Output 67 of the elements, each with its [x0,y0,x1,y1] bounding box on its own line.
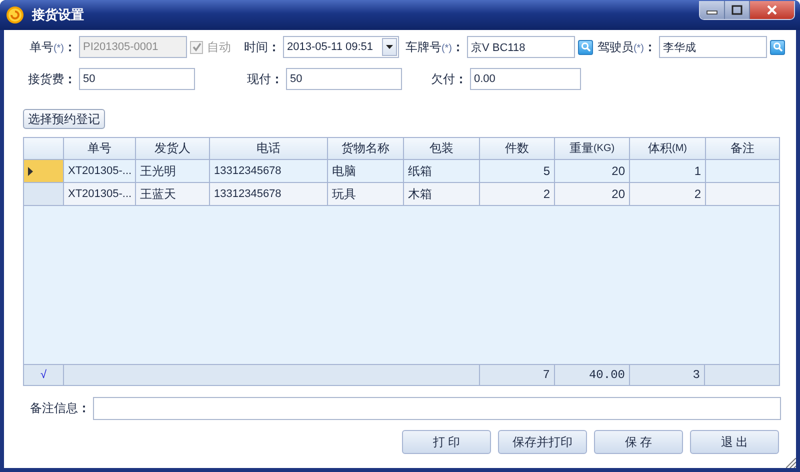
table-cell: XT201305-... [64,160,136,183]
table-cell: 20 [555,160,630,183]
resize-grip-icon[interactable] [786,458,796,468]
search-button[interactable] [770,40,785,54]
action-button[interactable]: 保 存 [594,430,683,454]
total-cell: 7 [480,365,555,385]
row-header-cell[interactable] [24,183,64,206]
table-cell: 1 [630,160,706,183]
table-cell: 2 [480,183,555,206]
field-label: 单号(*)： [28,38,76,56]
column-header[interactable]: 货物名称 [328,138,404,160]
datetime-field[interactable]: 2013-05-11 09:51 [283,36,399,58]
dropdown-button[interactable] [382,38,397,56]
search-icon [580,42,590,52]
column-header[interactable]: 备注 [706,138,779,160]
column-header[interactable]: 重量(KG) [555,138,630,160]
total-cell: 40.00 [555,365,630,385]
field-label: 驾驶员(*)： [596,38,656,56]
input-field[interactable]: 0.00 [470,68,581,90]
select-reservation-button[interactable]: 选择预约登记 [23,109,105,129]
maximize-button[interactable] [725,1,750,19]
table-cell: 木箱 [404,183,480,206]
action-button[interactable]: 退 出 [690,430,779,454]
current-row-icon [28,166,33,176]
table-cell: 玩具 [328,183,404,206]
column-header[interactable]: 件数 [480,138,555,160]
close-icon [766,5,778,15]
search-icon [772,42,782,52]
column-header[interactable]: 电话 [210,138,328,160]
swirl-logo-icon [6,6,24,24]
table-cell: 王蓝天 [136,183,210,206]
input-field[interactable]: 50 [286,68,402,90]
table-cell: 纸箱 [404,160,480,183]
maximize-icon [731,5,743,15]
close-button[interactable] [750,1,794,19]
caret-icon [386,45,393,49]
column-header[interactable]: 单号 [64,138,136,160]
total-cell: 3 [630,365,705,385]
checkbox-label: 自动 [207,38,231,56]
column-header[interactable]: 发货人 [136,138,210,160]
table-cell: 20 [555,183,630,206]
table-cell: 13312345678 [210,183,328,206]
input-field[interactable]: 李华成 [659,36,767,58]
field-label: 现付： [246,70,283,88]
field-label: 接货费： [27,70,76,88]
table-cell: 5 [480,160,555,183]
action-button[interactable]: 保存并打印 [498,430,587,454]
remarks-field[interactable] [93,397,781,420]
minimize-button[interactable] [700,1,725,19]
row-header-cell[interactable] [24,160,64,183]
field-label: 时间： [243,38,280,56]
column-header[interactable]: 体积(M) [630,138,706,160]
window-title: 接货设置 [32,6,84,24]
table-cell: 2 [630,183,706,206]
table-cell: XT201305-... [64,183,136,206]
total-mark: √ [24,365,64,385]
action-button[interactable]: 打 印 [402,430,491,454]
field-label: 备注信息： [30,400,90,417]
column-header[interactable]: 包装 [404,138,480,160]
table-cell: 王光明 [136,160,210,183]
field-label: 车牌号(*)： [404,38,464,56]
search-button[interactable] [578,40,593,54]
field-label: 欠付： [430,70,467,88]
table-cell: 13312345678 [210,160,328,183]
input-field[interactable]: 50 [79,68,195,90]
table-cell: 电脑 [328,160,404,183]
input-field[interactable]: 京V BC118 [467,36,575,58]
